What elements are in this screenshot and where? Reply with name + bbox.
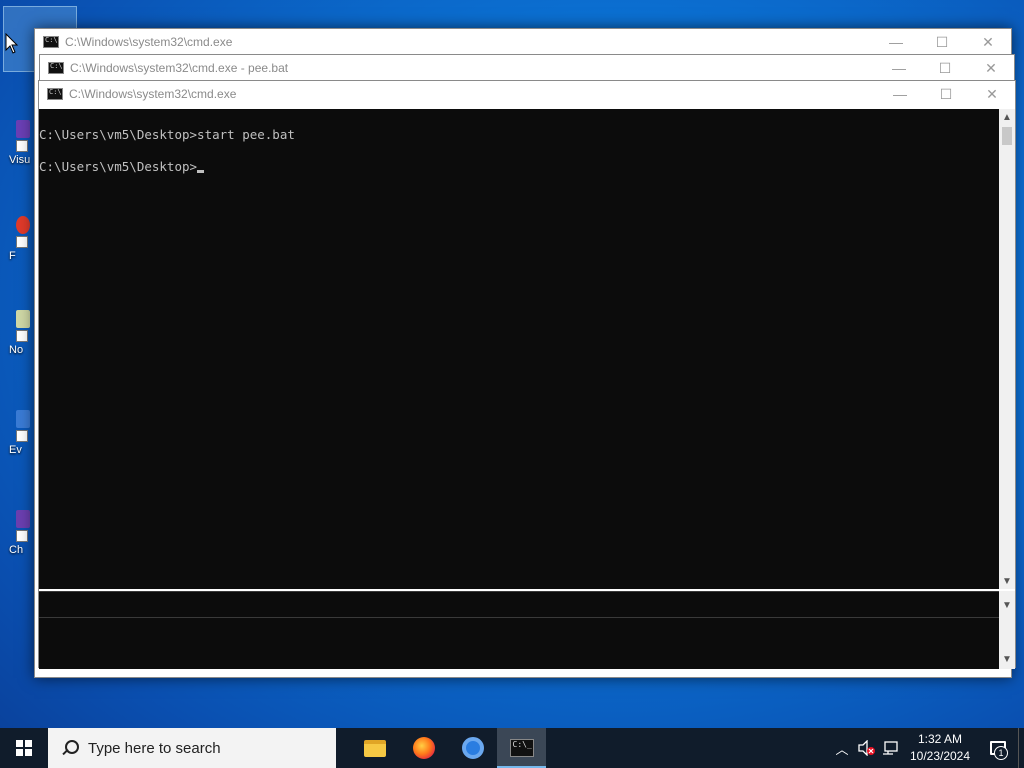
firefox-icon [412, 737, 435, 759]
network-icon[interactable] [878, 728, 902, 768]
system-tray: ︿ 1:32 AM 10/23/2024 1 [830, 728, 1024, 768]
notepad-icon [16, 310, 30, 328]
shortcut-arrow-icon [16, 140, 28, 152]
minimize-button[interactable]: — [873, 29, 919, 55]
middle-window-scrollbar[interactable]: ▼ [999, 591, 1015, 617]
app-icon [16, 216, 30, 234]
shortcut-arrow-icon [16, 330, 28, 342]
start-button[interactable] [0, 728, 48, 768]
taskbar-file-explorer[interactable] [350, 728, 399, 768]
shortcut-arrow-icon [16, 430, 28, 442]
taskbar: Type here to search C:\_ ︿ 1:32 AM 10/23… [0, 728, 1024, 768]
action-center-button[interactable]: 1 [978, 728, 1018, 768]
clock-time: 1:32 AM [917, 732, 963, 746]
title-bar[interactable]: C:\Windows\system32\cmd.exe — ☐ ✕ [35, 29, 1011, 55]
chevron-up-icon[interactable]: ︿ [830, 728, 854, 768]
shortcut-arrow-icon [16, 530, 28, 542]
console-prompt-line[interactable]: C:\Users\vm5\Desktop> [39, 159, 999, 191]
maximize-button[interactable]: ☐ [919, 29, 965, 55]
notification-count: 1 [994, 746, 1008, 760]
search-box[interactable]: Type here to search [48, 728, 336, 768]
console-output[interactable]: C:\Users\vm5\Desktop>start pee.bat C:\Us… [39, 109, 999, 589]
folder-icon [363, 739, 386, 757]
back-window-scrollbar[interactable]: ▼ [999, 617, 1015, 669]
cmd-window-front[interactable]: C:\Windows\system32\cmd.exe — ☐ ✕ C:\Use… [38, 80, 1016, 669]
back-window-console-strip [39, 617, 999, 669]
clock-date: 10/23/2024 [909, 749, 971, 763]
taskbar-command-prompt[interactable]: C:\_ [497, 728, 546, 768]
visual-studio-icon [16, 120, 30, 138]
command-prompt-icon: C:\_ [509, 739, 534, 757]
window-title: C:\Windows\system32\cmd.exe - pee.bat [70, 61, 289, 75]
windows-logo-icon [16, 740, 32, 756]
window-title: C:\Windows\system32\cmd.exe [65, 35, 233, 49]
clock[interactable]: 1:32 AM 10/23/2024 [902, 731, 978, 765]
text-cursor [197, 170, 205, 173]
scroll-up-arrow-icon[interactable]: ▲ [999, 109, 1015, 125]
title-bar[interactable]: C:\Windows\system32\cmd.exe - pee.bat — … [40, 55, 1014, 81]
scrollbar-thumb[interactable] [1002, 127, 1012, 145]
volume-muted-icon[interactable] [854, 728, 878, 768]
scroll-down-arrow-icon[interactable]: ▼ [999, 651, 1015, 667]
title-bar[interactable]: C:\Windows\system32\cmd.exe — ☐ ✕ [39, 81, 1015, 107]
taskbar-chrome[interactable] [448, 728, 497, 768]
minimize-button[interactable]: — [876, 55, 922, 81]
minimize-button[interactable]: — [877, 81, 923, 107]
mouse-pointer-icon [5, 33, 19, 54]
close-button[interactable]: ✕ [969, 81, 1015, 107]
window-title: C:\Windows\system32\cmd.exe [69, 87, 237, 101]
search-icon [60, 739, 79, 757]
taskbar-firefox[interactable] [399, 728, 448, 768]
vertical-scrollbar[interactable]: ▲ ▼ [999, 109, 1015, 589]
close-button[interactable]: ✕ [968, 55, 1014, 81]
maximize-button[interactable]: ☐ [922, 55, 968, 81]
show-desktop-button[interactable] [1018, 728, 1024, 768]
chrome-shortcut-icon [16, 510, 30, 528]
scroll-down-arrow-icon[interactable]: ▼ [999, 573, 1015, 589]
event-viewer-icon [16, 410, 30, 428]
shortcut-arrow-icon [16, 236, 28, 248]
maximize-button[interactable]: ☐ [923, 81, 969, 107]
console-prompt: C:\Users\vm5\Desktop> [39, 159, 198, 174]
cmd-icon [47, 88, 63, 100]
chrome-icon [461, 737, 484, 759]
cmd-icon [48, 62, 64, 74]
close-button[interactable]: ✕ [965, 29, 1011, 55]
cmd-icon [43, 36, 59, 48]
middle-window-console-strip [39, 591, 999, 617]
console-line: C:\Users\vm5\Desktop>start pee.bat [39, 127, 295, 142]
scroll-down-arrow-icon[interactable]: ▼ [999, 597, 1015, 613]
search-placeholder: Type here to search [88, 739, 221, 757]
